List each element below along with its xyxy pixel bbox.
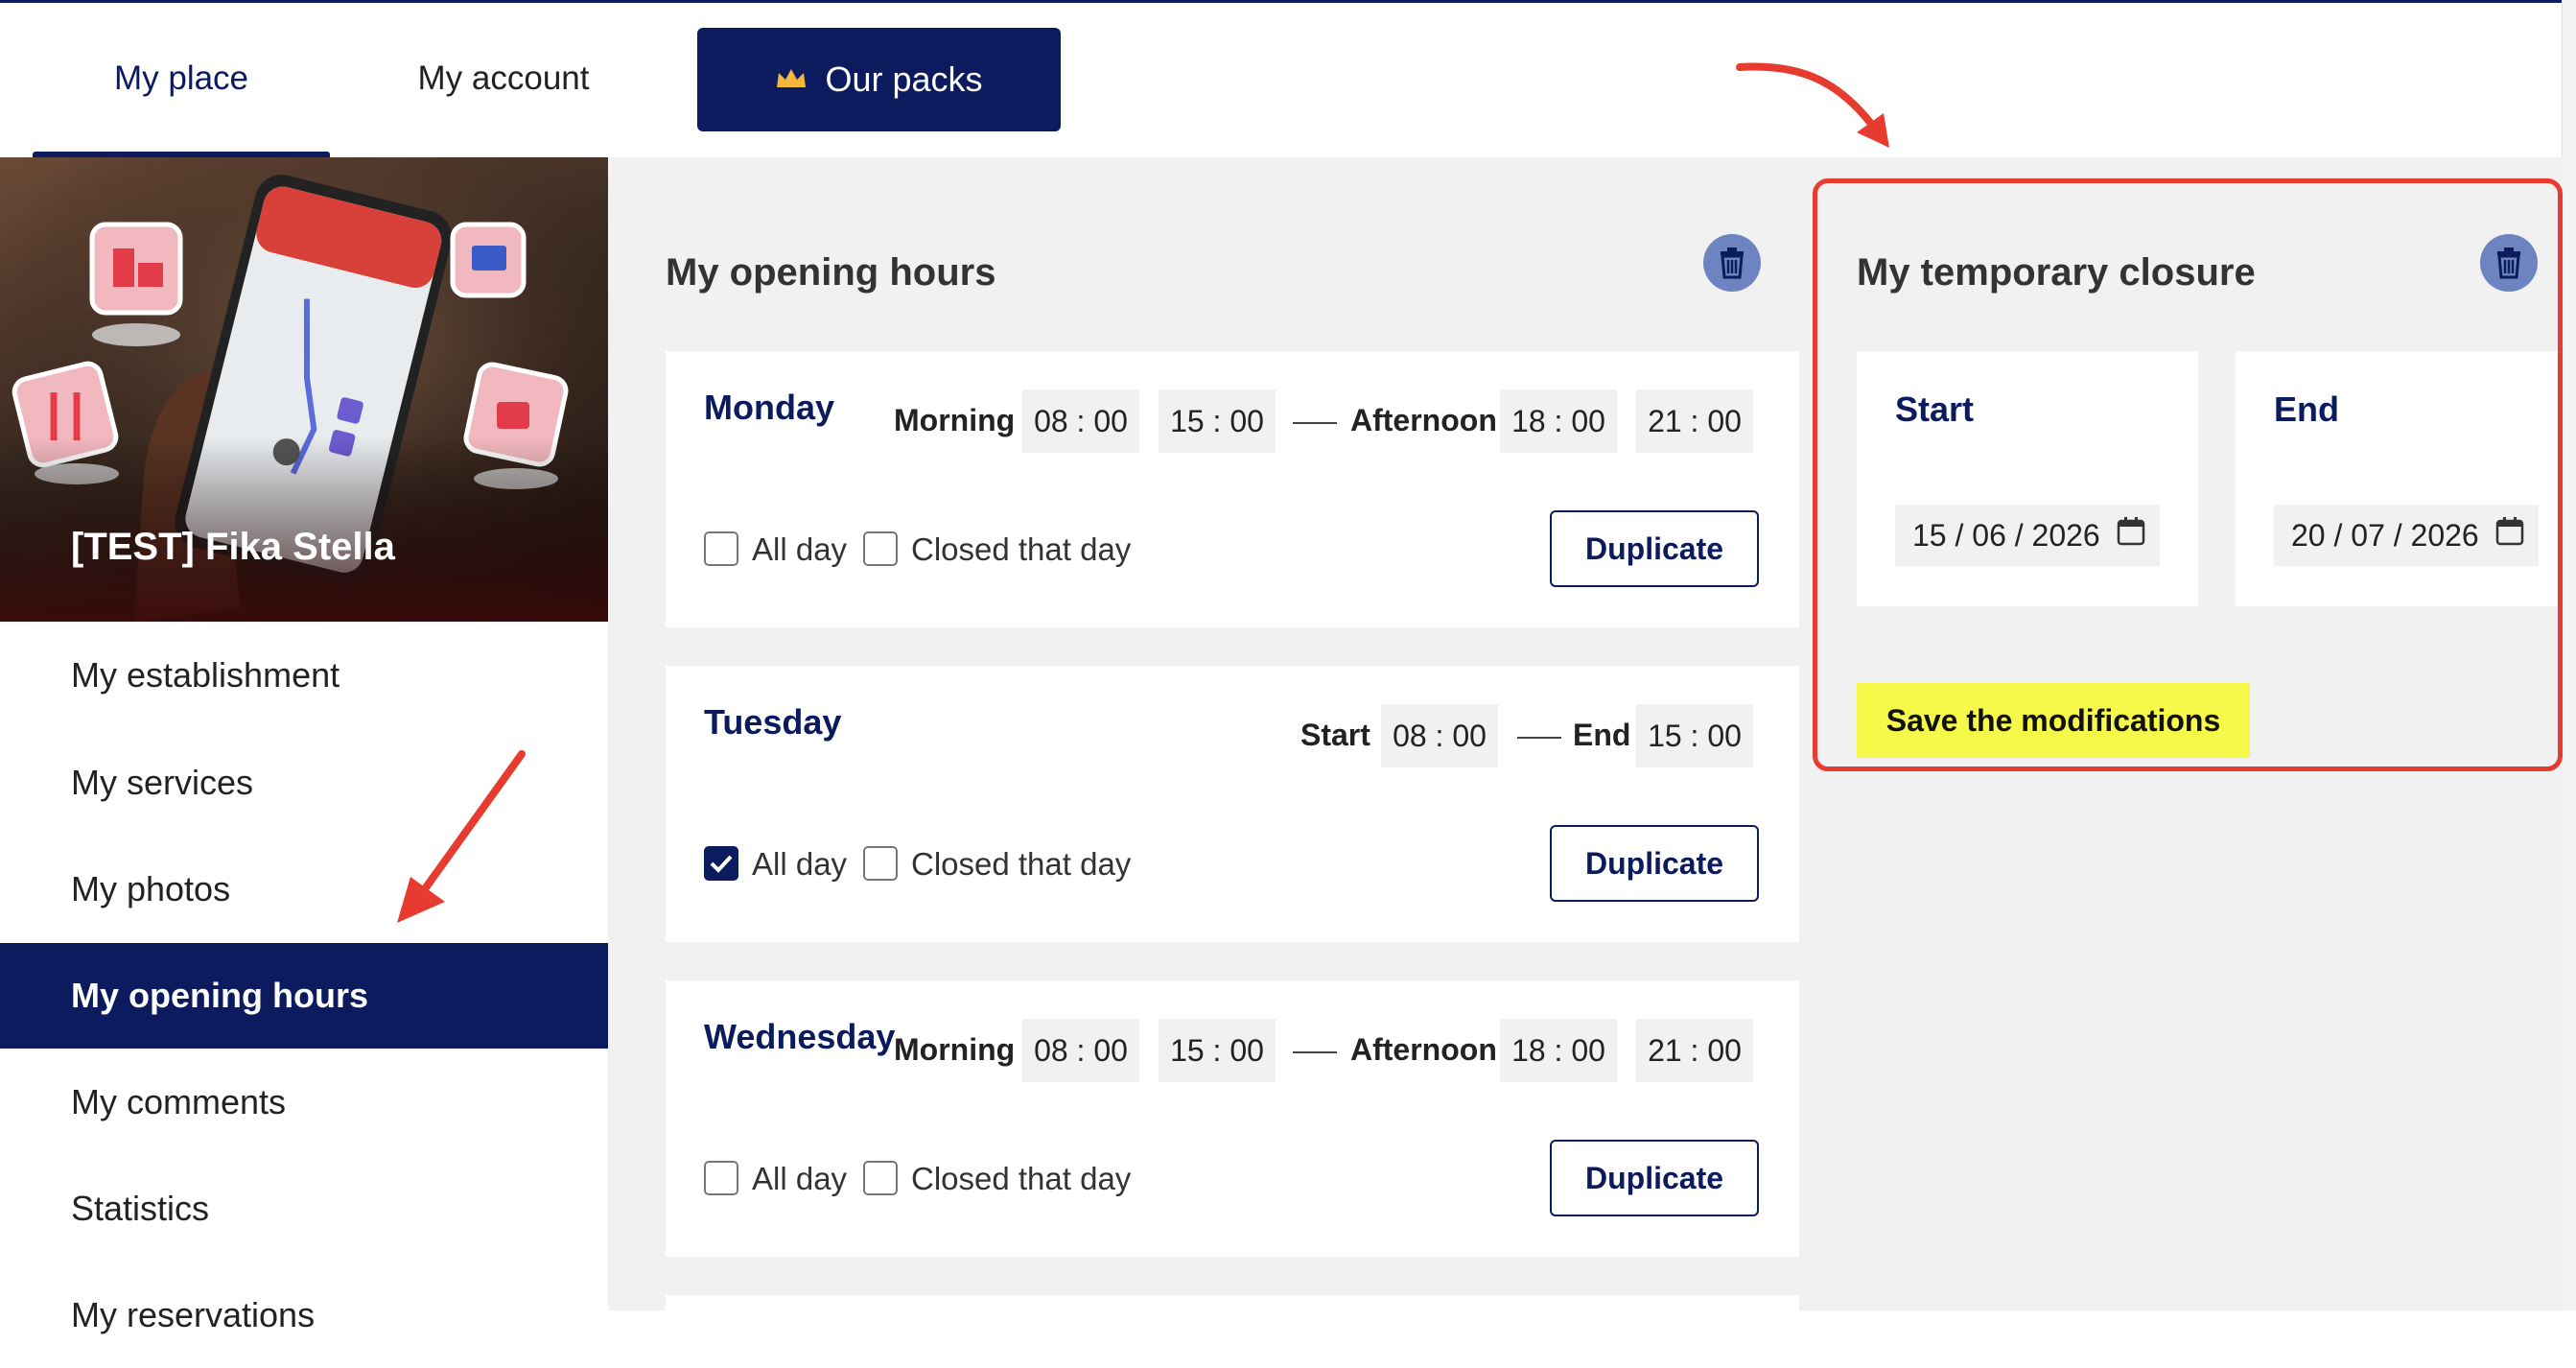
day-name: Wednesday xyxy=(704,1017,896,1056)
trash-icon[interactable] xyxy=(1703,234,1761,292)
opening-hours-title: My opening hours xyxy=(666,251,996,294)
sidebar-item-reservations[interactable]: My reservations xyxy=(0,1262,608,1368)
afternoon-label: Afternoon xyxy=(1350,403,1497,437)
day-name: Monday xyxy=(704,388,835,427)
afternoon-start-input[interactable]: 18 : 00 xyxy=(1500,389,1617,453)
sidebar-item-statistics[interactable]: Statistics xyxy=(0,1156,608,1262)
arrow-annotation-icon xyxy=(397,750,526,923)
tab-my-place[interactable]: My place xyxy=(33,0,330,157)
place-name: [TEST] Fika Stella xyxy=(71,526,395,568)
morning-start-input[interactable]: 08 : 00 xyxy=(1022,389,1139,453)
duplicate-button[interactable]: Duplicate xyxy=(1550,825,1759,902)
morning-label: Morning xyxy=(894,1032,1016,1067)
morning-end-input[interactable]: 15 : 00 xyxy=(1159,389,1276,453)
afternoon-end-input[interactable]: 21 : 00 xyxy=(1636,1019,1753,1082)
range-separator xyxy=(1293,422,1337,424)
duplicate-button[interactable]: Duplicate xyxy=(1550,510,1759,587)
duplicate-button[interactable]: Duplicate xyxy=(1550,1140,1759,1216)
sidebar-item-comments[interactable]: My comments xyxy=(0,1050,608,1155)
all-day-checkbox[interactable] xyxy=(704,846,738,881)
morning-label: Morning xyxy=(894,403,1016,437)
all-day-label: All day xyxy=(752,846,848,882)
start-label: Start xyxy=(1300,718,1370,752)
our-packs-label: Our packs xyxy=(825,59,983,99)
crown-icon xyxy=(775,59,808,100)
day-name: Tuesday xyxy=(704,702,842,742)
arrow-annotation-icon xyxy=(1736,62,1889,148)
all-day-checkbox[interactable] xyxy=(704,531,738,566)
afternoon-end-input[interactable]: 21 : 00 xyxy=(1636,389,1753,453)
all-day-checkbox[interactable] xyxy=(704,1161,738,1195)
end-label: End xyxy=(1573,718,1631,752)
sidebar-item-establishment[interactable]: My establishment xyxy=(0,623,608,728)
day-card-tuesday: Tuesday Start 08 : 00 End 15 : 00 All da… xyxy=(666,666,1799,942)
closed-day-checkbox[interactable] xyxy=(863,846,898,881)
closed-day-label: Closed that day xyxy=(911,531,1132,567)
afternoon-label: Afternoon xyxy=(1350,1032,1497,1067)
closure-highlight-box xyxy=(1813,178,2563,771)
morning-start-input[interactable]: 08 : 00 xyxy=(1022,1019,1139,1082)
closed-day-label: Closed that day xyxy=(911,846,1132,882)
morning-end-input[interactable]: 15 : 00 xyxy=(1159,1019,1276,1082)
range-separator xyxy=(1517,737,1561,739)
sidebar-item-opening-hours[interactable]: My opening hours xyxy=(0,943,608,1049)
our-packs-button[interactable]: Our packs xyxy=(697,28,1061,131)
closed-day-checkbox[interactable] xyxy=(863,1161,898,1195)
all-day-label: All day xyxy=(752,1161,848,1196)
day-card-wednesday: Wednesday Morning 08 : 00 15 : 00 Aftern… xyxy=(666,980,1799,1257)
start-time-input[interactable]: 08 : 00 xyxy=(1381,704,1498,767)
closed-day-label: Closed that day xyxy=(911,1161,1132,1196)
closed-day-checkbox[interactable] xyxy=(863,531,898,566)
afternoon-start-input[interactable]: 18 : 00 xyxy=(1500,1019,1617,1082)
tab-my-account[interactable]: My account xyxy=(364,0,643,157)
day-card-monday: Monday Morning 08 : 00 15 : 00 Afternoon… xyxy=(666,351,1799,627)
page-scrollbar[interactable] xyxy=(2562,0,2576,1310)
end-time-input[interactable]: 15 : 00 xyxy=(1636,704,1753,767)
all-day-label: All day xyxy=(752,531,848,567)
range-separator xyxy=(1293,1051,1337,1053)
day-card-thursday xyxy=(666,1295,1799,1310)
checkmark-icon xyxy=(710,855,733,873)
